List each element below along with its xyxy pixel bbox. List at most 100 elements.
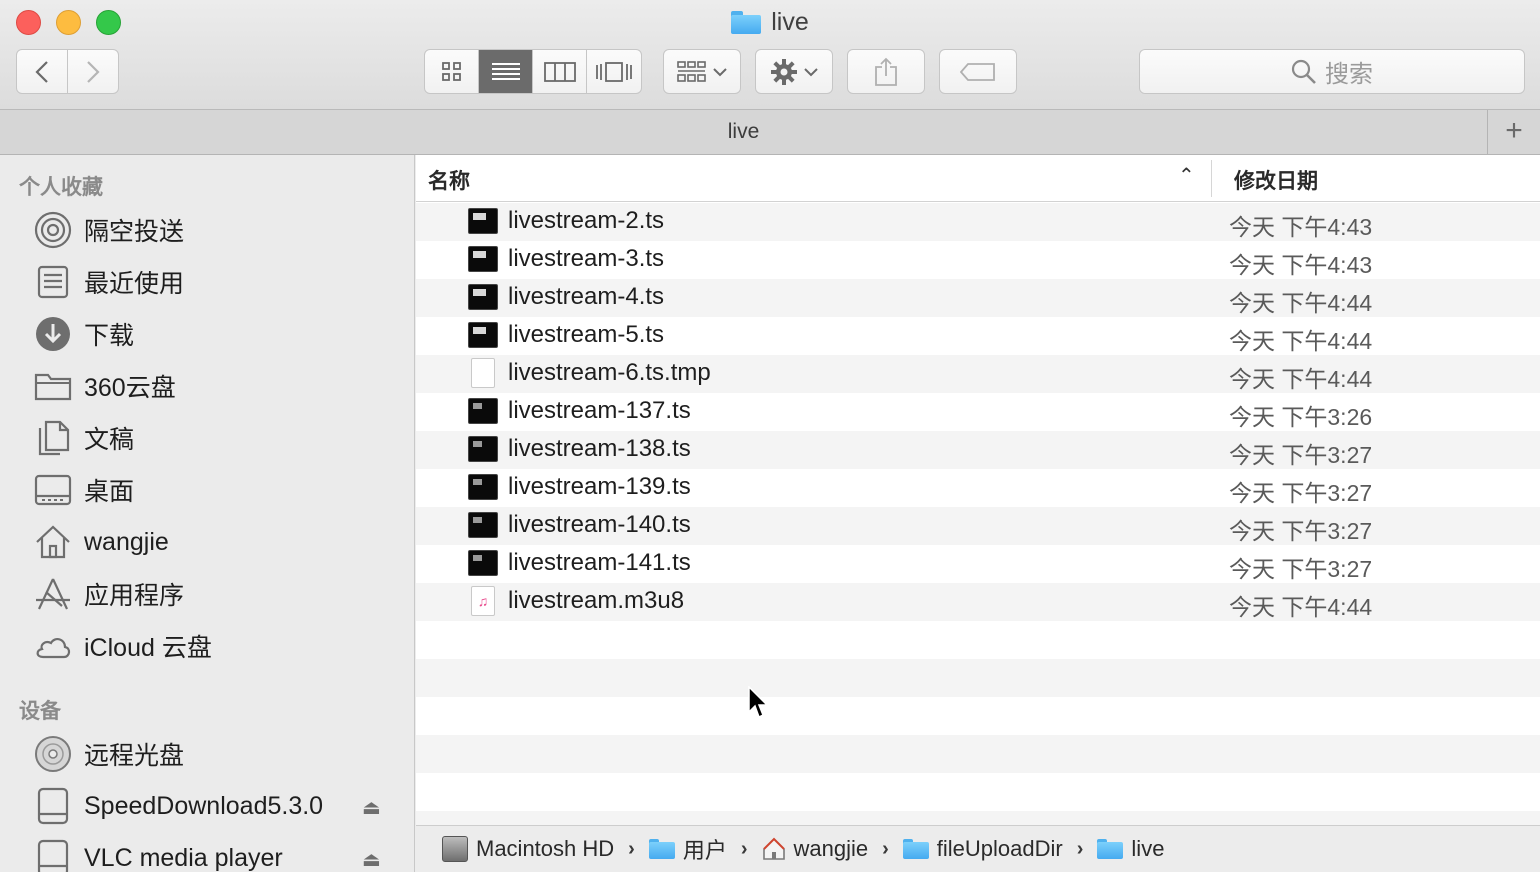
new-tab-button[interactable]: +: [1487, 110, 1540, 154]
path-separator: ›: [882, 837, 889, 860]
disc-icon: [34, 735, 72, 773]
column-header-date[interactable]: 修改日期: [1234, 165, 1318, 195]
eject-icon[interactable]: ⏏: [362, 795, 381, 820]
video-file-icon: [468, 512, 498, 538]
sidebar-item-label: 远程光盘: [84, 742, 185, 770]
path-separator: ›: [1076, 837, 1084, 860]
empty-row: [416, 735, 1540, 773]
file-name: livestream-137.ts: [508, 397, 691, 424]
video-file-icon: [468, 246, 498, 272]
table-row[interactable]: livestream-139.ts 今天 下午3:27: [416, 469, 1540, 507]
list-view-button[interactable]: [479, 50, 533, 93]
sidebar-item-remote-disc[interactable]: 远程光盘: [34, 732, 414, 776]
share-button[interactable]: [847, 49, 925, 94]
sidebar-item-desktop[interactable]: 桌面: [34, 468, 414, 512]
table-row[interactable]: livestream-6.ts.tmp 今天 下午4:44: [416, 355, 1540, 393]
path-item-label: 用户: [682, 838, 727, 863]
sidebar-item-vlc[interactable]: VLC media player: [34, 836, 414, 872]
drive-icon: [34, 787, 72, 825]
sidebar-item-airdrop[interactable]: 隔空投送: [34, 208, 414, 252]
back-button[interactable]: [16, 49, 68, 94]
file-name: livestream.m3u8: [508, 587, 685, 614]
columns-icon: [543, 61, 576, 82]
window-title: live: [0, 8, 1540, 37]
empty-row: [416, 621, 1540, 659]
sidebar-item-recents[interactable]: 最近使用: [34, 260, 414, 304]
forward-button[interactable]: [67, 49, 119, 94]
path-item-macintosh-hd[interactable]: Macintosh HD: [442, 836, 614, 862]
file-date: 今天 下午4:44: [1229, 366, 1373, 392]
sidebar-item-label: 最近使用: [84, 270, 185, 298]
table-row[interactable]: livestream-141.ts 今天 下午3:27: [416, 545, 1540, 583]
icloud-icon: [34, 627, 72, 665]
path-item-users[interactable]: 用户: [648, 833, 727, 865]
sidebar-item-downloads[interactable]: 下载: [34, 312, 414, 356]
file-date: 今天 下午4:44: [1229, 594, 1373, 620]
path-item-home[interactable]: wangjie: [762, 836, 869, 862]
users-folder-icon: [648, 839, 675, 859]
empty-row: [416, 659, 1540, 697]
sidebar-item-label: 文稿: [84, 426, 135, 454]
sidebar-item-speeddownload[interactable]: SpeedDownload5.3.0: [34, 784, 414, 828]
tags-button[interactable]: [939, 49, 1017, 94]
view-mode-segmented-control[interactable]: [424, 49, 642, 94]
folder-icon: [731, 11, 762, 34]
recents-icon: [34, 263, 72, 301]
file-rows: livestream-2.ts 今天 下午4:43 livestream-3.t…: [416, 203, 1540, 849]
share-icon: [875, 57, 897, 86]
video-file-icon: [468, 550, 498, 576]
sidebar-item-documents[interactable]: 文稿: [34, 416, 414, 460]
path-item-fileuploaddir[interactable]: fileUploadDir: [902, 836, 1063, 862]
table-row[interactable]: livestream-5.ts 今天 下午4:44: [416, 317, 1540, 355]
column-divider[interactable]: [1211, 160, 1212, 197]
file-date: 今天 下午3:26: [1229, 404, 1373, 430]
grid-icon: [441, 61, 461, 81]
documents-icon: [34, 419, 72, 457]
file-name: livestream-2.ts: [508, 207, 665, 234]
file-name: livestream-141.ts: [508, 549, 691, 576]
arrange-button[interactable]: [663, 49, 741, 94]
music-playlist-icon: ♫: [471, 586, 495, 616]
table-row[interactable]: livestream-4.ts 今天 下午4:44: [416, 279, 1540, 317]
cover-flow-view-button[interactable]: [587, 50, 641, 93]
table-row[interactable]: livestream-140.ts 今天 下午3:27: [416, 507, 1540, 545]
sort-ascending-icon[interactable]: ⌃: [1178, 163, 1195, 188]
file-name: livestream-139.ts: [508, 473, 691, 500]
search-icon: [1291, 59, 1316, 84]
table-row[interactable]: livestream-3.ts 今天 下午4:43: [416, 241, 1540, 279]
chevron-down-icon: [804, 67, 818, 76]
path-item-label: fileUploadDir: [936, 836, 1063, 861]
cover-flow-icon: [596, 61, 632, 82]
column-header: 名称 ⌃ 修改日期: [416, 155, 1540, 202]
sidebar-item-icloud[interactable]: iCloud 云盘: [34, 624, 414, 668]
table-row[interactable]: livestream-138.ts 今天 下午3:27: [416, 431, 1540, 469]
sidebar-item-label: 隔空投送: [84, 218, 185, 246]
path-item-live[interactable]: live: [1097, 836, 1164, 862]
sidebar-item-360[interactable]: 360云盘: [34, 364, 414, 408]
sidebar-item-applications[interactable]: 应用程序: [34, 572, 414, 616]
window-title-label: live: [771, 8, 809, 36]
table-row[interactable]: ♫ livestream.m3u8 今天 下午4:44: [416, 583, 1540, 621]
file-name: livestream-5.ts: [508, 321, 665, 348]
column-view-button[interactable]: [533, 50, 587, 93]
titlebar: live 搜索: [0, 0, 1540, 110]
chevron-left-icon: [35, 60, 48, 83]
file-name: livestream-4.ts: [508, 283, 665, 310]
table-row[interactable]: livestream-2.ts 今天 下午4:43: [416, 203, 1540, 241]
sidebar-item-home[interactable]: wangjie: [34, 520, 414, 564]
sidebar-item-label: 360云盘: [84, 374, 176, 402]
file-date: 今天 下午3:27: [1229, 556, 1373, 582]
eject-icon[interactable]: ⏏: [362, 847, 381, 872]
empty-row: [416, 697, 1540, 735]
action-button[interactable]: [755, 49, 833, 94]
folder-icon: [34, 367, 72, 405]
table-row[interactable]: livestream-137.ts 今天 下午3:26: [416, 393, 1540, 431]
search-field[interactable]: 搜索: [1139, 49, 1525, 94]
path-item-label: wangjie: [793, 836, 869, 861]
path-bar: Macintosh HD › 用户 › wangjie › fileUpload…: [416, 825, 1540, 872]
file-name: livestream-3.ts: [508, 245, 665, 272]
tab-live[interactable]: live: [0, 110, 1487, 154]
icon-view-button[interactable]: [425, 50, 479, 93]
column-header-name[interactable]: 名称: [428, 165, 470, 195]
file-date: 今天 下午4:43: [1229, 214, 1373, 240]
